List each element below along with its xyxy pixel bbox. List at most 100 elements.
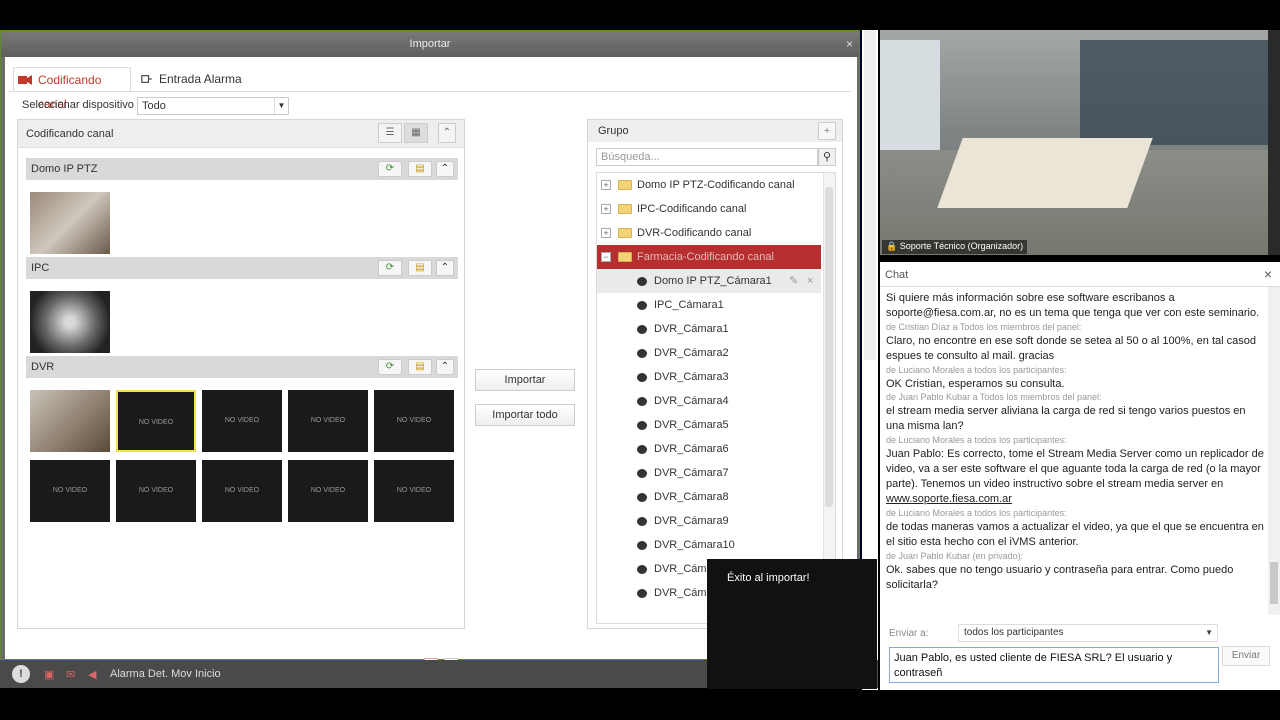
import-all-button[interactable]: Importar todo xyxy=(475,404,575,426)
refresh-icon[interactable]: ⟳ xyxy=(378,161,402,177)
group-header-dvr[interactable]: DVR ⟳ ▤ ⌃ xyxy=(26,356,458,378)
channel-thumbnail[interactable] xyxy=(30,390,110,452)
group-name: DVR xyxy=(31,361,55,373)
tree-camera[interactable]: Domo IP PTZ_Cámara1 ✎ × xyxy=(597,269,821,293)
channel-thumbnail[interactable]: NO VIDEO xyxy=(30,460,110,522)
mail-icon[interactable]: ✉ xyxy=(66,668,75,681)
alarm-input-icon xyxy=(141,75,152,83)
group-header-domo[interactable]: Domo IP PTZ ⟳ ▤ ⌃ xyxy=(26,158,458,180)
collapse-all-icon[interactable]: ⌃ xyxy=(438,123,456,143)
tree-camera[interactable]: DVR_Cámara1 xyxy=(597,317,821,341)
tree-camera[interactable]: DVR_Cámara4 xyxy=(597,389,821,413)
import-folder-icon[interactable]: ▤ xyxy=(408,359,432,375)
tree-group[interactable]: + Domo IP PTZ-Codificando canal xyxy=(597,173,821,197)
send-button[interactable]: Enviar xyxy=(1222,646,1270,666)
chat-scrollbar-thumb[interactable] xyxy=(1270,562,1278,604)
tree-camera-label: DVR_Cámara5 xyxy=(654,419,729,431)
channel-thumbnail[interactable]: NO VIDEO xyxy=(288,460,368,522)
chat-message: de Luciano Morales a todos los participa… xyxy=(886,507,1266,550)
message-text: Juan Pablo: Es correcto, tome el Stream … xyxy=(886,448,1264,490)
presenter-name: Soporte Técnico (Organizador) xyxy=(899,241,1024,251)
tree-group[interactable]: + IPC-Codificando canal xyxy=(597,197,821,221)
group-name: IPC xyxy=(31,262,50,274)
speaker-icon[interactable]: ◀ xyxy=(88,668,96,681)
expand-icon[interactable]: + xyxy=(601,180,611,190)
tree-camera[interactable]: DVR_Cámara8 xyxy=(597,485,821,509)
tree-scrollbar-thumb[interactable] xyxy=(825,187,833,507)
warning-icon[interactable]: ! xyxy=(12,665,30,683)
tree-camera[interactable]: DVR_Cámara9 xyxy=(597,509,821,533)
message-header: de Cristian Díaz a Todos los miembros de… xyxy=(886,322,1082,332)
refresh-icon[interactable]: ⟳ xyxy=(378,359,402,375)
collapse-icon[interactable]: ⌃ xyxy=(436,161,454,177)
refresh-icon[interactable]: ⟳ xyxy=(378,260,402,276)
expand-icon[interactable]: + xyxy=(601,228,611,238)
no-video-label: NO VIDEO xyxy=(224,417,260,424)
collapse-icon[interactable]: ⌃ xyxy=(436,359,454,375)
channel-thumbnail[interactable] xyxy=(30,291,110,353)
tree-camera[interactable]: DVR_Cámara2 xyxy=(597,341,821,365)
import-folder-icon[interactable]: ▤ xyxy=(408,161,432,177)
collapse-icon[interactable]: ⌃ xyxy=(436,260,454,276)
camera-icon xyxy=(637,301,647,310)
message-text: Claro, no encontre en ese soft donde se … xyxy=(886,335,1256,362)
tree-camera-label: DVR_Cámara6 xyxy=(654,443,729,455)
tree-camera[interactable]: DVR_Cámara7 xyxy=(597,461,821,485)
channel-thumbnail[interactable] xyxy=(30,192,110,254)
search-input[interactable]: Búsqueda... xyxy=(596,148,818,166)
search-icon[interactable]: ⚲ xyxy=(818,148,836,166)
send-to-select[interactable]: todos los participantes ▼ xyxy=(958,624,1218,642)
tree-group[interactable]: + DVR-Codificando canal xyxy=(597,221,821,245)
channel-thumbnail[interactable]: NO VIDEO xyxy=(202,460,282,522)
close-icon[interactable]: × xyxy=(846,31,853,57)
tree-camera[interactable]: DVR_Cámara3 xyxy=(597,365,821,389)
camera-icon xyxy=(637,397,647,406)
channel-thumbnail[interactable]: NO VIDEO xyxy=(202,390,282,452)
edit-icon[interactable]: ✎ xyxy=(789,269,798,293)
folder-icon xyxy=(618,228,632,238)
message-header: de Luciano Morales a todos los participa… xyxy=(886,365,1067,375)
tree-group-label: IPC-Codificando canal xyxy=(637,203,747,215)
tree-camera-label: DVR_Cámara9 xyxy=(654,515,729,527)
tab-codificando-canal[interactable]: Codificando canal xyxy=(13,67,131,111)
no-video-label: NO VIDEO xyxy=(224,487,260,494)
tree-camera-label: IPC_Cámara1 xyxy=(654,299,724,311)
tree-camera[interactable]: IPC_Cámara1 xyxy=(597,293,821,317)
tree-camera-label: DVR_Cáma xyxy=(654,563,713,575)
tree-camera[interactable]: DVR_Cámara5 xyxy=(597,413,821,437)
group-panel-header: Grupo + xyxy=(588,120,842,142)
chevron-down-icon[interactable]: ▼ xyxy=(274,98,288,114)
message-header: de Luciano Morales a todos los participa… xyxy=(886,508,1067,518)
channel-thumbnail[interactable]: NO VIDEO xyxy=(116,390,196,452)
no-video-label: NO VIDEO xyxy=(138,487,174,494)
add-group-icon[interactable]: + xyxy=(818,122,836,140)
device-select[interactable]: Todo ▼ xyxy=(137,97,289,115)
tree-camera[interactable]: DVR_Cámara10 xyxy=(597,533,821,557)
channel-thumbnail[interactable]: NO VIDEO xyxy=(288,390,368,452)
alarm-icon[interactable]: ▣ xyxy=(44,668,54,681)
channel-thumbnail[interactable]: NO VIDEO xyxy=(374,390,454,452)
message-header: de Juan Pablo Kubar a Todos los miembros… xyxy=(886,392,1102,402)
chat-input[interactable]: Juan Pablo, es usted cliente de FIESA SR… xyxy=(889,647,1219,683)
chat-panel: Chat × Si quiere más información sobre e… xyxy=(880,262,1280,690)
grid-view-icon[interactable]: ▦ xyxy=(404,123,428,143)
collapse-icon[interactable]: − xyxy=(601,252,611,262)
tab-entrada-alarma[interactable]: Entrada Alarma xyxy=(135,67,242,91)
folder-icon xyxy=(618,204,632,214)
send-to-value: todos los participantes xyxy=(964,627,1064,638)
tree-group-selected[interactable]: − Farmacia-Codificando canal xyxy=(597,245,821,269)
list-view-icon[interactable]: ☰ xyxy=(378,123,402,143)
tree-camera-label: DVR_Cáma xyxy=(654,587,713,599)
chevron-down-icon[interactable]: ▼ xyxy=(1205,625,1213,641)
import-folder-icon[interactable]: ▤ xyxy=(408,260,432,276)
group-header-ipc[interactable]: IPC ⟳ ▤ ⌃ xyxy=(26,257,458,279)
expand-icon[interactable]: + xyxy=(601,204,611,214)
delete-icon[interactable]: × xyxy=(807,269,813,293)
message-link[interactable]: www.soporte.fiesa.com.ar xyxy=(886,493,1012,505)
close-icon[interactable]: × xyxy=(1264,266,1272,282)
channel-thumbnail[interactable]: NO VIDEO xyxy=(374,460,454,522)
tree-camera[interactable]: DVR_Cámara6 xyxy=(597,437,821,461)
channel-thumbnail[interactable]: NO VIDEO xyxy=(116,460,196,522)
import-button[interactable]: Importar xyxy=(475,369,575,391)
camera-icon xyxy=(637,373,647,382)
